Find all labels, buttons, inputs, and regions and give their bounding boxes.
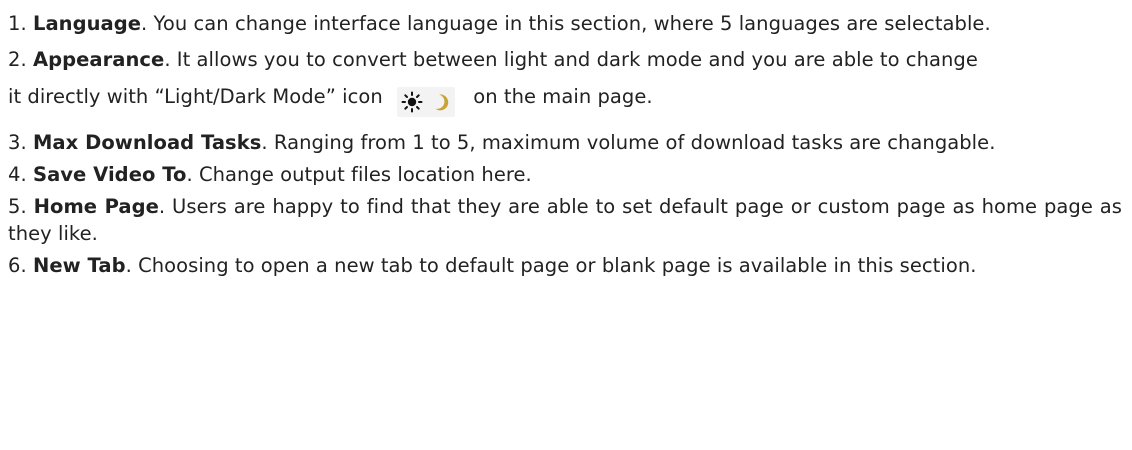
- sun-icon: [397, 87, 426, 117]
- item-number: 4.: [8, 163, 27, 186]
- item-description: . You can change interface language in t…: [141, 12, 991, 35]
- item-term: Language: [32, 12, 142, 35]
- item-term: Appearance: [32, 48, 165, 71]
- appearance-continuation: it directly with “Light/Dark Mode” icon: [8, 83, 1122, 117]
- light-dark-mode-icon: [397, 87, 456, 117]
- item-description: . Choosing to open a new tab to default …: [125, 254, 977, 277]
- item-number: 6.: [8, 254, 27, 277]
- item-description: . Ranging from 1 to 5, maximum volume of…: [261, 131, 996, 154]
- item-description-tail: on the main page.: [473, 85, 653, 108]
- list-item-home-page: 5. Home Page. Users are happy to find th…: [8, 193, 1122, 247]
- item-term: Save Video To: [32, 163, 187, 186]
- item-number: 3.: [8, 131, 27, 154]
- list-item-language: 1. Language. You can change interface la…: [8, 4, 1122, 37]
- item-description: . It allows you to convert between light…: [164, 48, 978, 71]
- item-number: 1.: [8, 12, 27, 35]
- item-description-continued: it directly with “Light/Dark Mode” icon: [8, 85, 383, 108]
- item-description: . Change output files location here.: [186, 163, 532, 186]
- item-number: 2.: [8, 48, 27, 71]
- list-item-max-download-tasks: 3. Max Download Tasks. Ranging from 1 to…: [8, 129, 1122, 156]
- item-description: . Users are happy to find that they are …: [8, 195, 1122, 245]
- item-term: Home Page: [33, 195, 159, 218]
- list-item-new-tab: 6. New Tab. Choosing to open a new tab t…: [8, 252, 1122, 279]
- moon-icon: [426, 87, 455, 117]
- item-number: 5.: [8, 195, 27, 218]
- list-item-appearance: 2. Appearance. It allows you to convert …: [8, 46, 1122, 117]
- settings-documentation: 1. Language. You can change interface la…: [0, 0, 1132, 279]
- list-item-save-video-to: 4. Save Video To. Change output files lo…: [8, 161, 1122, 188]
- item-term: Max Download Tasks: [32, 131, 262, 154]
- item-term: New Tab: [32, 254, 126, 277]
